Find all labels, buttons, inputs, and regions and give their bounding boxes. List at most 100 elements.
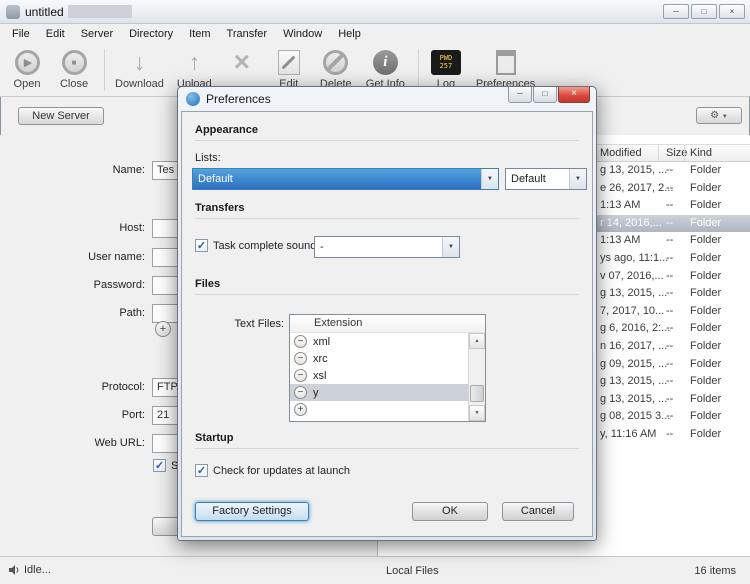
dialog-body: Appearance Lists: Default ▼ Default ▼ Tr… (181, 111, 593, 537)
menu-transfer[interactable]: Transfer (219, 26, 276, 42)
extension-list: Extension − xml − xrc − xsl − y + ▲ ▼ (289, 314, 486, 422)
remove-extension-button[interactable]: − (294, 352, 307, 365)
column-modified[interactable]: Modified (600, 147, 642, 159)
divider (195, 218, 579, 219)
app-icon (6, 4, 20, 19)
add-path-button[interactable]: + (155, 321, 171, 337)
host-label: Host: (119, 222, 145, 234)
check-icon: ✓ (154, 460, 165, 472)
weburl-label: Web URL: (94, 437, 145, 449)
divider (195, 140, 579, 141)
minimize-button[interactable]: ─ (663, 4, 689, 19)
delete-icon (323, 49, 349, 75)
task-sound-dropdown[interactable]: - ▼ (314, 236, 460, 258)
task-sound-checkbox[interactable]: ✓ (195, 239, 208, 252)
toolbar-preferences[interactable]: Preferences (476, 47, 535, 90)
dialog-controls: ─ □ × (507, 87, 590, 103)
menu-edit[interactable]: Edit (38, 26, 73, 42)
dialog-maximize-button[interactable]: □ (533, 87, 557, 103)
lists-dropdown[interactable]: Default ▼ (192, 168, 499, 190)
updates-checkbox[interactable]: ✓ (195, 464, 208, 477)
menu-item[interactable]: Item (181, 26, 218, 42)
title-selection (67, 5, 132, 18)
list-item-add[interactable]: + (290, 401, 468, 418)
close-connection-icon: ■ (61, 49, 87, 75)
action-gear-button[interactable]: ⚙ ▼ (696, 107, 742, 124)
toolbar-download[interactable]: ↓ Download (115, 47, 164, 90)
list-item[interactable]: − xml (290, 333, 468, 350)
open-connection-icon: ▶ (14, 49, 40, 75)
menubar: File Edit Server Directory Item Transfer… (0, 24, 750, 43)
dialog-close-button[interactable]: × (558, 87, 590, 103)
remove-extension-button[interactable]: − (294, 335, 307, 348)
close-button[interactable]: × (719, 4, 745, 19)
column-divider (684, 145, 685, 161)
toolbar-close[interactable]: ■ Close (57, 47, 91, 90)
lists-secondary-dropdown[interactable]: Default ▼ (505, 168, 587, 190)
add-extension-button[interactable]: + (294, 403, 307, 416)
check-icon: ✓ (196, 240, 207, 252)
menu-file[interactable]: File (4, 26, 38, 42)
new-server-button[interactable]: New Server (18, 107, 104, 125)
toolbar-separator (104, 49, 105, 91)
menu-window[interactable]: Window (275, 26, 330, 42)
maximize-button[interactable]: □ (691, 4, 717, 19)
column-divider (658, 145, 659, 161)
screen: untitled ─ □ × File Edit Server Director… (0, 0, 750, 584)
chevron-down-icon: ▼ (721, 114, 728, 120)
scrollbar-thumb[interactable] (470, 385, 484, 402)
toolbar-open[interactable]: ▶ Open (10, 47, 44, 90)
chevron-down-icon: ▼ (569, 169, 586, 189)
status-idle: Idle... (8, 564, 51, 576)
factory-settings-button[interactable]: Factory Settings (195, 502, 309, 521)
updates-label: Check for updates at launch (213, 465, 350, 477)
menu-directory[interactable]: Directory (121, 26, 181, 42)
path-label: Path: (119, 307, 145, 319)
preferences-dialog: Preferences ─ □ × Appearance Lists: Defa… (177, 86, 597, 541)
scrollbar[interactable]: ▲ ▼ (468, 333, 485, 421)
list-item[interactable]: − xsl (290, 367, 468, 384)
form-checkbox[interactable]: ✓ (153, 459, 166, 472)
scroll-up-icon[interactable]: ▲ (469, 333, 485, 349)
text-files-label: Text Files: (234, 318, 284, 330)
list-item[interactable]: − xrc (290, 350, 468, 367)
menu-help[interactable]: Help (330, 26, 369, 42)
remove-extension-button[interactable]: − (294, 386, 307, 399)
main-titlebar: untitled (0, 0, 750, 24)
window-title: untitled (25, 4, 64, 19)
password-label: Password: (93, 279, 145, 291)
menu-server[interactable]: Server (73, 26, 121, 42)
extension-column-header[interactable]: Extension (290, 315, 485, 333)
toolbar-log[interactable]: PWD 257 Log (429, 47, 463, 90)
toolbar-remove[interactable]: × (225, 47, 259, 78)
divider (195, 448, 579, 449)
list-item-selected[interactable]: − y (290, 384, 468, 401)
divider (195, 294, 579, 295)
upload-icon: ↑ (188, 49, 201, 75)
toolbar-delete[interactable]: Delete (319, 47, 353, 90)
remove-extension-button[interactable]: − (294, 369, 307, 382)
section-startup: Startup (195, 432, 234, 444)
column-kind[interactable]: Kind (690, 147, 712, 159)
section-files: Files (195, 278, 221, 290)
toolbar-edit[interactable]: Edit (272, 47, 306, 90)
toolbar-upload[interactable]: ↑ Upload (177, 47, 212, 90)
toolbar-getinfo[interactable]: i Get Info (366, 47, 405, 90)
dialog-minimize-button[interactable]: ─ (508, 87, 532, 103)
download-icon: ↓ (133, 49, 146, 75)
status-item-count: 16 items (694, 565, 736, 577)
check-icon: ✓ (196, 465, 207, 477)
toolbar-separator (417, 49, 419, 91)
window-controls: ─ □ × (663, 4, 745, 19)
preferences-icon (495, 49, 516, 75)
protocol-label: Protocol: (101, 381, 145, 393)
scroll-down-icon[interactable]: ▼ (469, 405, 485, 421)
name-label: Name: (112, 164, 145, 176)
chevron-down-icon: ▼ (481, 169, 498, 189)
ok-button[interactable]: OK (412, 502, 488, 521)
cancel-button[interactable]: Cancel (502, 502, 574, 521)
gear-icon: ⚙ (710, 110, 720, 121)
username-label: User name: (88, 251, 145, 263)
x-icon: × (233, 46, 250, 77)
edit-icon (277, 49, 300, 75)
